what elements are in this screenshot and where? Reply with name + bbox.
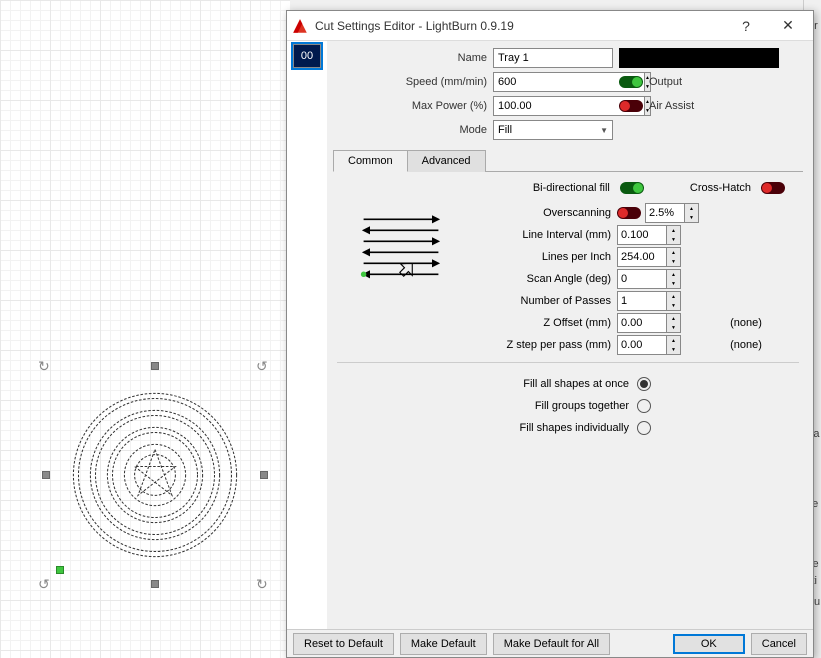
overscan-spinner[interactable]: ▲▼ <box>685 203 699 223</box>
zstep-label: Z step per pass (mm) <box>467 339 617 351</box>
output-toggle[interactable] <box>619 76 643 88</box>
rotate-handle-tr[interactable]: ↺ <box>256 358 272 374</box>
overscan-input[interactable] <box>645 203 685 223</box>
cross-label: Cross-Hatch <box>690 182 751 194</box>
mode-select[interactable]: Fill <box>493 120 613 140</box>
zstep-input[interactable] <box>617 335 667 355</box>
rotate-handle-br[interactable]: ↻ <box>256 576 272 592</box>
color-preview <box>619 48 779 68</box>
app-icon <box>291 17 309 35</box>
make-default-all-button[interactable]: Make Default for All <box>493 633 610 655</box>
radio-indiv-label: Fill shapes individually <box>520 422 629 434</box>
common-panel: Bi-directional fill Cross-Hatch <box>333 172 803 447</box>
origin-marker[interactable] <box>56 566 64 574</box>
layer-swatch-column: 00 <box>287 41 327 629</box>
zoff-none: (none) <box>711 317 781 329</box>
radio-all[interactable] <box>637 377 651 391</box>
resize-handle-b[interactable] <box>151 580 159 588</box>
zoff-spinner[interactable]: ▲▼ <box>667 313 681 333</box>
radio-all-label: Fill all shapes at once <box>523 378 629 390</box>
air-toggle[interactable] <box>619 100 643 112</box>
zstep-spinner[interactable]: ▲▼ <box>667 335 681 355</box>
cut-settings-dialog: Cut Settings Editor - LightBurn 0.9.19 ?… <box>286 10 814 658</box>
tab-advanced[interactable]: Advanced <box>407 150 486 172</box>
lpi-spinner[interactable]: ▲▼ <box>667 247 681 267</box>
radio-groups[interactable] <box>637 399 651 413</box>
reset-default-button[interactable]: Reset to Default <box>293 633 394 655</box>
bidir-label: Bi-directional fill <box>533 182 610 194</box>
passes-input[interactable] <box>617 291 667 311</box>
overscan-toggle[interactable] <box>617 207 641 219</box>
passes-label: Number of Passes <box>467 295 617 307</box>
lpi-input[interactable] <box>617 247 667 267</box>
close-button[interactable]: ✕ <box>767 12 809 40</box>
interval-input[interactable] <box>617 225 667 245</box>
angle-label: Scan Angle (deg) <box>467 273 617 285</box>
mode-label: Mode <box>333 124 493 136</box>
bidir-toggle[interactable] <box>620 182 644 194</box>
tab-common[interactable]: Common <box>333 150 408 172</box>
resize-handle-r[interactable] <box>260 471 268 479</box>
speed-label: Speed (mm/min) <box>333 76 493 88</box>
air-label: Air Assist <box>649 100 694 112</box>
window-title: Cut Settings Editor - LightBurn 0.9.19 <box>315 19 725 33</box>
angle-input[interactable] <box>617 269 667 289</box>
radio-indiv[interactable] <box>637 421 651 435</box>
help-button[interactable]: ? <box>725 12 767 40</box>
radio-groups-label: Fill groups together <box>535 400 629 412</box>
scan-diagram <box>357 210 457 291</box>
resize-handle-t[interactable] <box>151 362 159 370</box>
zoff-input[interactable] <box>617 313 667 333</box>
zoff-label: Z Offset (mm) <box>467 317 617 329</box>
rotate-handle-tl[interactable]: ↻ <box>38 358 54 374</box>
resize-handle-l[interactable] <box>42 471 50 479</box>
interval-label: Line Interval (mm) <box>467 229 617 241</box>
name-label: Name <box>333 52 493 64</box>
zstep-none: (none) <box>711 339 781 351</box>
layer-swatch-00[interactable]: 00 <box>293 44 321 68</box>
dialog-footer: Reset to Default Make Default Make Defau… <box>287 629 813 657</box>
cross-toggle[interactable] <box>761 182 785 194</box>
lpi-label: Lines per Inch <box>467 251 617 263</box>
passes-spinner[interactable]: ▲▼ <box>667 291 681 311</box>
interval-spinner[interactable]: ▲▼ <box>667 225 681 245</box>
output-label: Output <box>649 76 682 88</box>
rotate-handle-bl[interactable]: ↺ <box>38 576 54 592</box>
titlebar[interactable]: Cut Settings Editor - LightBurn 0.9.19 ?… <box>287 11 813 41</box>
cancel-button[interactable]: Cancel <box>751 633 807 655</box>
name-input[interactable] <box>493 48 613 68</box>
make-default-button[interactable]: Make Default <box>400 633 487 655</box>
ok-button[interactable]: OK <box>673 634 745 654</box>
design-preview[interactable] <box>70 390 240 560</box>
angle-spinner[interactable]: ▲▼ <box>667 269 681 289</box>
overscan-label: Overscanning <box>467 207 617 219</box>
power-label: Max Power (%) <box>333 100 493 112</box>
